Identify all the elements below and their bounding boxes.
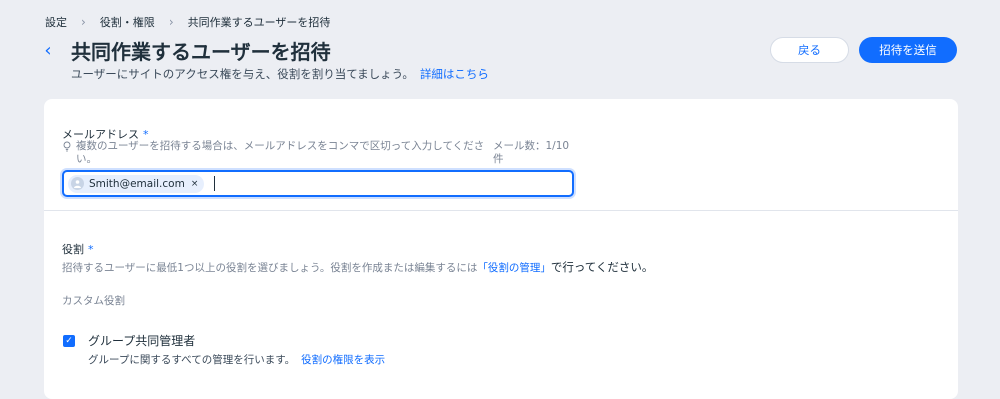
chevron-right-icon: › xyxy=(168,15,174,29)
role-description: 招待するユーザーに最低1つ以上の役割を選びましょう。役割を作成または編集するには… xyxy=(62,259,653,275)
section-divider xyxy=(44,210,958,211)
subtitle-text: ユーザーにサイトのアクセス権を与え、役割を割り当てましょう。 xyxy=(71,67,414,81)
custom-roles-heading: カスタム役割 xyxy=(62,295,125,307)
lightbulb-icon xyxy=(62,141,76,166)
chip-remove-icon[interactable]: × xyxy=(191,179,199,189)
email-chip[interactable]: Smith@email.com × xyxy=(68,174,205,193)
role-description-text: 招待するユーザーに最低1つ以上の役割を選びましょう。役割を作成または編集するには xyxy=(62,262,478,274)
email-chip-label: Smith@email.com xyxy=(89,177,185,190)
back-arrow-icon[interactable]: ‹ xyxy=(38,38,58,62)
role-item-description-text: グループに関するすべての管理を行います。 xyxy=(88,354,296,366)
role-field-label: 役割 * xyxy=(62,241,94,257)
chevron-right-icon: › xyxy=(81,15,86,29)
required-mark: * xyxy=(88,243,94,256)
back-button[interactable]: 戻る xyxy=(770,37,849,63)
role-description-end: で行ってください。 xyxy=(550,260,654,274)
breadcrumb-item-roles[interactable]: 役割・権限 xyxy=(100,14,155,30)
user-avatar-icon xyxy=(71,177,84,190)
email-hint-text: 複数のユーザーを招待する場合は、メールアドレスをコンマで区切って入力してください… xyxy=(76,140,485,165)
role-label-text: 役割 xyxy=(62,243,84,256)
email-count: メール数：1/10件 xyxy=(493,140,570,165)
text-cursor xyxy=(214,176,216,191)
view-permissions-link[interactable]: 役割の権限を表示 xyxy=(301,354,385,366)
page-subtitle: ユーザーにサイトのアクセス権を与え、役割を割り当てましょう。 詳細はこちら xyxy=(71,66,489,82)
role-item-description: グループに関するすべての管理を行います。 役割の権限を表示 xyxy=(88,352,385,367)
page-title: 共同作業するユーザーを招待 xyxy=(71,40,331,64)
email-input[interactable]: Smith@email.com × xyxy=(62,170,574,197)
role-checkbox[interactable]: ✓ xyxy=(63,335,75,347)
breadcrumb: 設定 › 役割・権限 › 共同作業するユーザーを招待 xyxy=(45,14,330,30)
breadcrumb-item-current: 共同作業するユーザーを招待 xyxy=(187,16,331,29)
invite-form-card: メールアドレス * 複数のユーザーを招待する場合は、メールアドレスをコンマで区切っ… xyxy=(44,99,958,399)
role-name: グループ共同管理者 xyxy=(88,334,196,348)
email-hint: 複数のユーザーを招待する場合は、メールアドレスをコンマで区切って入力してください… xyxy=(62,140,487,166)
breadcrumb-item-settings[interactable]: 設定 xyxy=(45,14,67,30)
send-invite-button[interactable]: 招待を送信 xyxy=(859,37,957,63)
manage-roles-link[interactable]: 「役割の管理」 xyxy=(477,262,551,274)
learn-more-link[interactable]: 詳細はこちら xyxy=(420,67,489,81)
